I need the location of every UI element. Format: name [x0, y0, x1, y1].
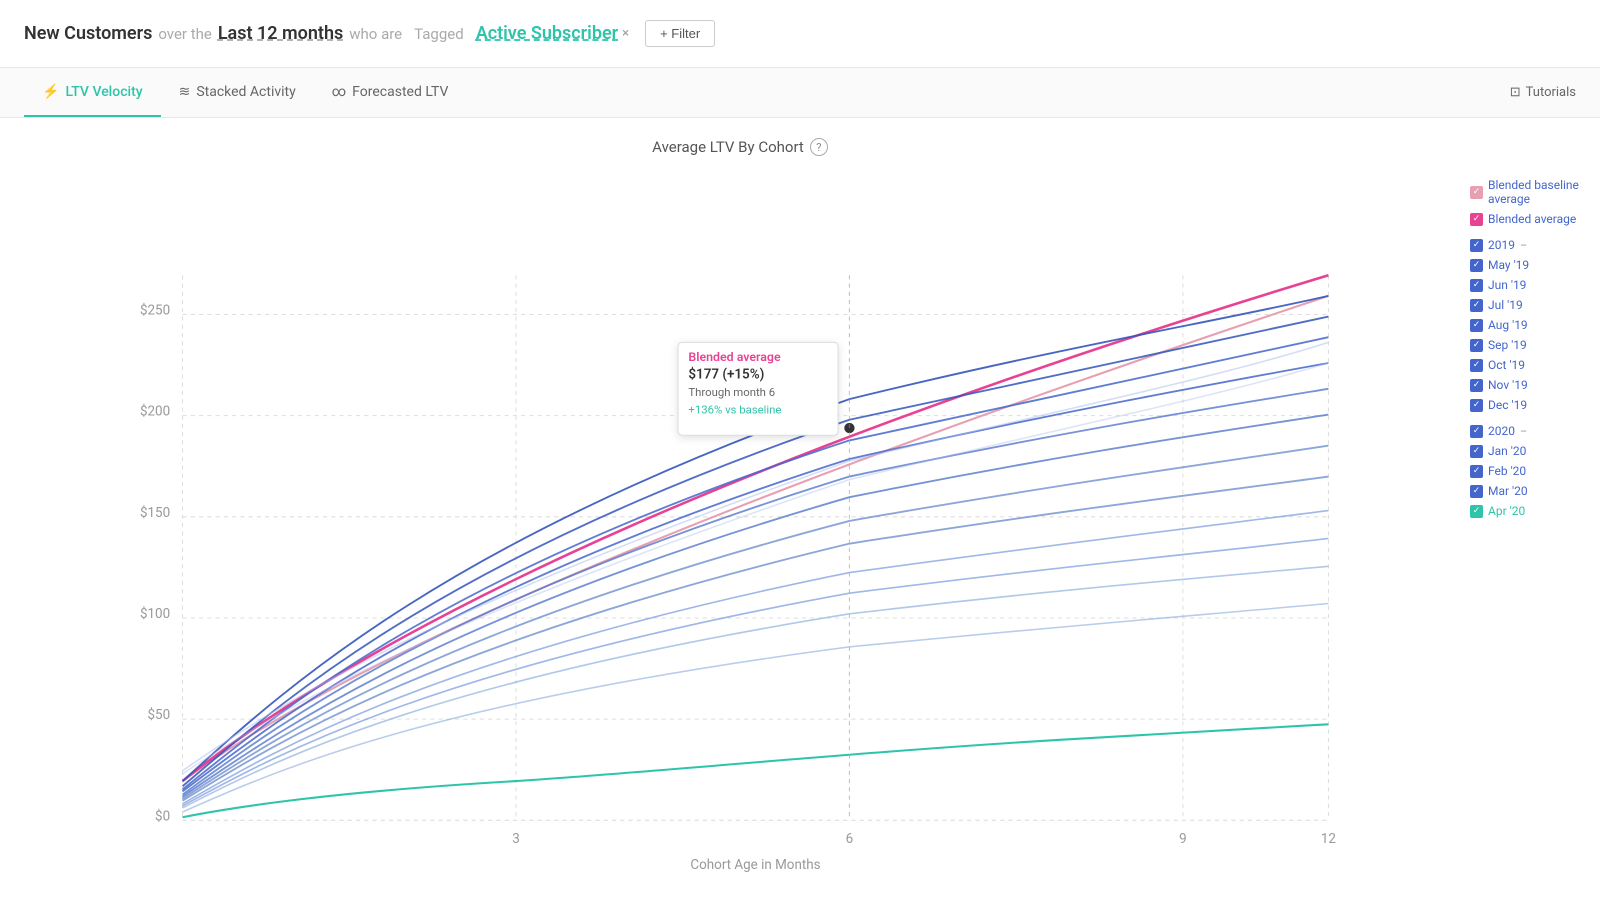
active-subscriber-label[interactable]: Active Subscriber [476, 23, 618, 44]
legend-item-blended-avg[interactable]: Blended average [1470, 212, 1590, 226]
legend-item-apr20[interactable]: Apr '20 [1470, 504, 1590, 518]
legend-label-may19: May '19 [1488, 258, 1529, 272]
legend-label-mar20: Mar '20 [1488, 484, 1528, 498]
legend-label-apr20: Apr '20 [1488, 504, 1525, 518]
legend-label-feb20: Feb '20 [1488, 464, 1526, 478]
chart-title: Average LTV By Cohort ? [20, 138, 1460, 156]
legend-label-jun19: Jun '19 [1488, 278, 1526, 292]
chart-area: Average LTV By Cohort ? .grid-line { str… [0, 118, 1600, 900]
last-12-months-label[interactable]: Last 12 months [218, 23, 343, 44]
legend-checkbox-apr20 [1470, 505, 1483, 518]
legend-item-nov19[interactable]: Nov '19 [1470, 378, 1590, 392]
forecasted-ltv-icon: ∞ [332, 84, 346, 100]
chart-svg: .grid-line { stroke: #ddd; stroke-width:… [20, 172, 1460, 874]
tabs-bar: ⚡ LTV Velocity ≋ Stacked Activity ∞ Fore… [0, 68, 1600, 118]
legend-item-oct19[interactable]: Oct '19 [1470, 358, 1590, 372]
stacked-activity-icon: ≋ [179, 84, 191, 100]
legend-checkbox-aug19 [1470, 319, 1483, 332]
svg-text:Blended average: Blended average [688, 351, 781, 365]
tab-forecasted-ltv-label: Forecasted LTV [352, 84, 448, 100]
svg-text:3: 3 [512, 832, 520, 847]
svg-text:9: 9 [1179, 832, 1187, 847]
header-bar: New Customers over the Last 12 months wh… [0, 0, 1600, 68]
svg-text:$150: $150 [140, 506, 170, 521]
remove-tag-button[interactable]: × [622, 26, 629, 41]
legend-item-aug19[interactable]: Aug '19 [1470, 318, 1590, 332]
legend: Blended baseline average Blended average… [1460, 138, 1590, 890]
legend-label-2020: 2020 [1488, 424, 1515, 438]
legend-checkbox-mar20 [1470, 485, 1483, 498]
legend-item-dec19[interactable]: Dec '19 [1470, 398, 1590, 412]
chart-svg-wrapper: .grid-line { stroke: #ddd; stroke-width:… [20, 172, 1460, 874]
svg-text:$100: $100 [140, 607, 170, 622]
legend-item-mar20[interactable]: Mar '20 [1470, 484, 1590, 498]
legend-checkbox-nov19 [1470, 379, 1483, 392]
legend-checkbox-may19 [1470, 259, 1483, 272]
legend-label-blended-baseline: Blended baseline average [1488, 178, 1590, 206]
legend-label-dec19: Dec '19 [1488, 398, 1527, 412]
tutorials-label: Tutorials [1526, 85, 1576, 100]
tab-ltv-velocity[interactable]: ⚡ LTV Velocity [24, 68, 161, 117]
who-are-label: who are [349, 25, 402, 43]
legend-item-sep19[interactable]: Sep '19 [1470, 338, 1590, 352]
legend-label-sep19: Sep '19 [1488, 338, 1527, 352]
tab-ltv-velocity-label: LTV Velocity [65, 84, 142, 100]
over-the-label: over the [158, 25, 212, 43]
svg-text:$0: $0 [155, 809, 170, 824]
tab-forecasted-ltv[interactable]: ∞ Forecasted LTV [314, 68, 467, 117]
legend-checkbox-jul19 [1470, 299, 1483, 312]
legend-label-aug19: Aug '19 [1488, 318, 1528, 332]
legend-item-jul19[interactable]: Jul '19 [1470, 298, 1590, 312]
legend-label-jan20: Jan '20 [1488, 444, 1526, 458]
legend-checkbox-jun19 [1470, 279, 1483, 292]
legend-checkbox-2020 [1470, 425, 1483, 438]
legend-checkbox-sep19 [1470, 339, 1483, 352]
chart-help-icon[interactable]: ? [810, 138, 828, 156]
tab-stacked-activity-label: Stacked Activity [196, 84, 295, 100]
legend-label-2019: 2019 [1488, 238, 1515, 252]
legend-checkbox-blended-baseline [1470, 186, 1483, 199]
legend-checkbox-2019 [1470, 239, 1483, 252]
legend-item-2020[interactable]: 2020 – [1470, 424, 1590, 438]
legend-item-blended-baseline-avg[interactable]: Blended baseline average [1470, 178, 1590, 206]
legend-item-2019[interactable]: 2019 – [1470, 238, 1590, 252]
legend-item-jan20[interactable]: Jan '20 [1470, 444, 1590, 458]
chart-container: Average LTV By Cohort ? .grid-line { str… [20, 138, 1460, 890]
legend-label-oct19: Oct '19 [1488, 358, 1525, 372]
tagged-label: Tagged [414, 25, 464, 43]
tab-stacked-activity[interactable]: ≋ Stacked Activity [161, 68, 314, 117]
legend-item-may19[interactable]: May '19 [1470, 258, 1590, 272]
legend-item-jun19[interactable]: Jun '19 [1470, 278, 1590, 292]
legend-label-nov19: Nov '19 [1488, 378, 1528, 392]
legend-label-blended-avg: Blended average [1488, 212, 1576, 226]
svg-text:$50: $50 [148, 708, 171, 723]
legend-checkbox-feb20 [1470, 465, 1483, 478]
legend-item-feb20[interactable]: Feb '20 [1470, 464, 1590, 478]
filter-button[interactable]: + Filter [645, 20, 715, 47]
legend-label-jul19: Jul '19 [1488, 298, 1523, 312]
svg-text:Through month 6: Through month 6 [688, 385, 775, 399]
legend-checkbox-jan20 [1470, 445, 1483, 458]
legend-checkbox-dec19 [1470, 399, 1483, 412]
svg-text:Cohort Age in Months: Cohort Age in Months [690, 858, 820, 873]
svg-text:+136% vs baseline: +136% vs baseline [688, 403, 781, 417]
svg-text:$250: $250 [140, 303, 170, 318]
new-customers-label: New Customers [24, 23, 152, 44]
svg-text:12: 12 [1321, 832, 1337, 847]
svg-text:6: 6 [846, 832, 854, 847]
tutorials-link[interactable]: ⊡ Tutorials [1510, 85, 1576, 100]
tutorials-icon: ⊡ [1510, 85, 1521, 100]
legend-checkbox-blended-avg [1470, 213, 1483, 226]
ltv-velocity-icon: ⚡ [42, 84, 59, 100]
svg-text:$200: $200 [140, 405, 170, 420]
svg-text:$177 (+15%): $177 (+15%) [688, 367, 764, 382]
legend-checkbox-oct19 [1470, 359, 1483, 372]
